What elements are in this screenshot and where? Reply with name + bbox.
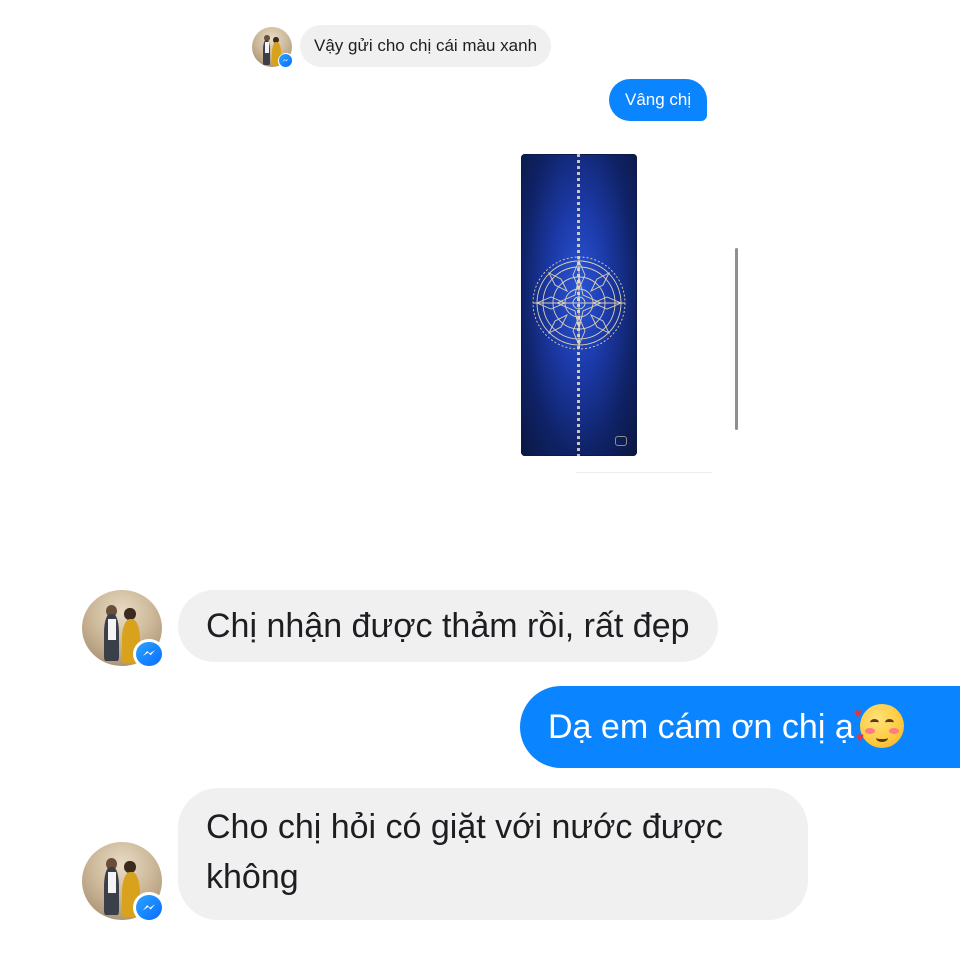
smiling-face-with-hearts-icon: ♥ ♥ bbox=[854, 704, 904, 749]
mandala-icon bbox=[532, 256, 626, 350]
message-bubble-outgoing[interactable]: Vâng chị bbox=[609, 79, 708, 121]
message-text: Dạ em cám ơn chị ạ bbox=[548, 708, 854, 746]
message-bubble-outgoing[interactable]: Dạ em cám ơn chị ạ ♥ ♥ bbox=[520, 686, 960, 768]
message-bubble-incoming[interactable]: Chị nhận được thảm rồi, rất đẹp bbox=[178, 590, 718, 662]
scrollbar[interactable] bbox=[735, 248, 738, 430]
yoga-mat-photo bbox=[521, 154, 637, 456]
messenger-icon bbox=[133, 891, 166, 924]
messenger-icon bbox=[133, 638, 166, 670]
contact-avatar[interactable] bbox=[82, 842, 166, 924]
image-attachment[interactable] bbox=[521, 154, 637, 456]
message-bubble-incoming[interactable]: Cho chị hỏi có giặt với nước được không bbox=[178, 788, 808, 920]
contact-avatar[interactable] bbox=[252, 27, 294, 69]
messenger-icon bbox=[277, 52, 294, 69]
divider bbox=[576, 472, 712, 473]
message-bubble-incoming[interactable]: Vậy gửi cho chị cái màu xanh bbox=[300, 25, 552, 67]
contact-avatar[interactable] bbox=[82, 590, 166, 670]
brand-logo bbox=[615, 436, 627, 446]
